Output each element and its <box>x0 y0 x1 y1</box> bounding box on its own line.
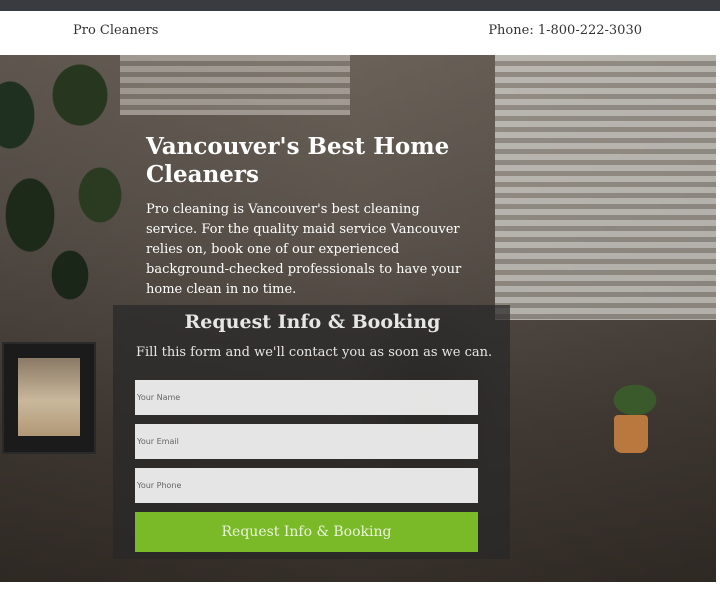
email-input[interactable] <box>135 424 478 459</box>
name-input[interactable] <box>135 380 478 415</box>
form-subtitle: Fill this form and we'll contact you as … <box>136 345 493 360</box>
fiddle-leaf-plant <box>0 55 140 315</box>
site-header: Pro Cleaners Phone: 1-800-222-3030 <box>0 11 720 55</box>
window-blinds-left <box>120 55 350 115</box>
framed-photo <box>18 358 80 436</box>
brand-name[interactable]: Pro Cleaners <box>73 23 158 38</box>
phone-input[interactable] <box>135 468 478 503</box>
form-title: Request Info & Booking <box>184 311 441 333</box>
hero-description: Pro cleaning is Vancouver's best cleanin… <box>146 202 462 297</box>
plant-pot <box>614 415 648 453</box>
submit-button[interactable]: Request Info & Booking <box>135 512 478 552</box>
wall-picture-frame <box>2 342 96 454</box>
phone-number[interactable]: Phone: 1-800-222-3030 <box>488 23 642 38</box>
hero-section: Vancouver's Best Home Cleaners Pro clean… <box>0 55 716 582</box>
hero-title: Vancouver's Best Home Cleaners <box>146 133 450 188</box>
top-bar <box>0 0 720 11</box>
